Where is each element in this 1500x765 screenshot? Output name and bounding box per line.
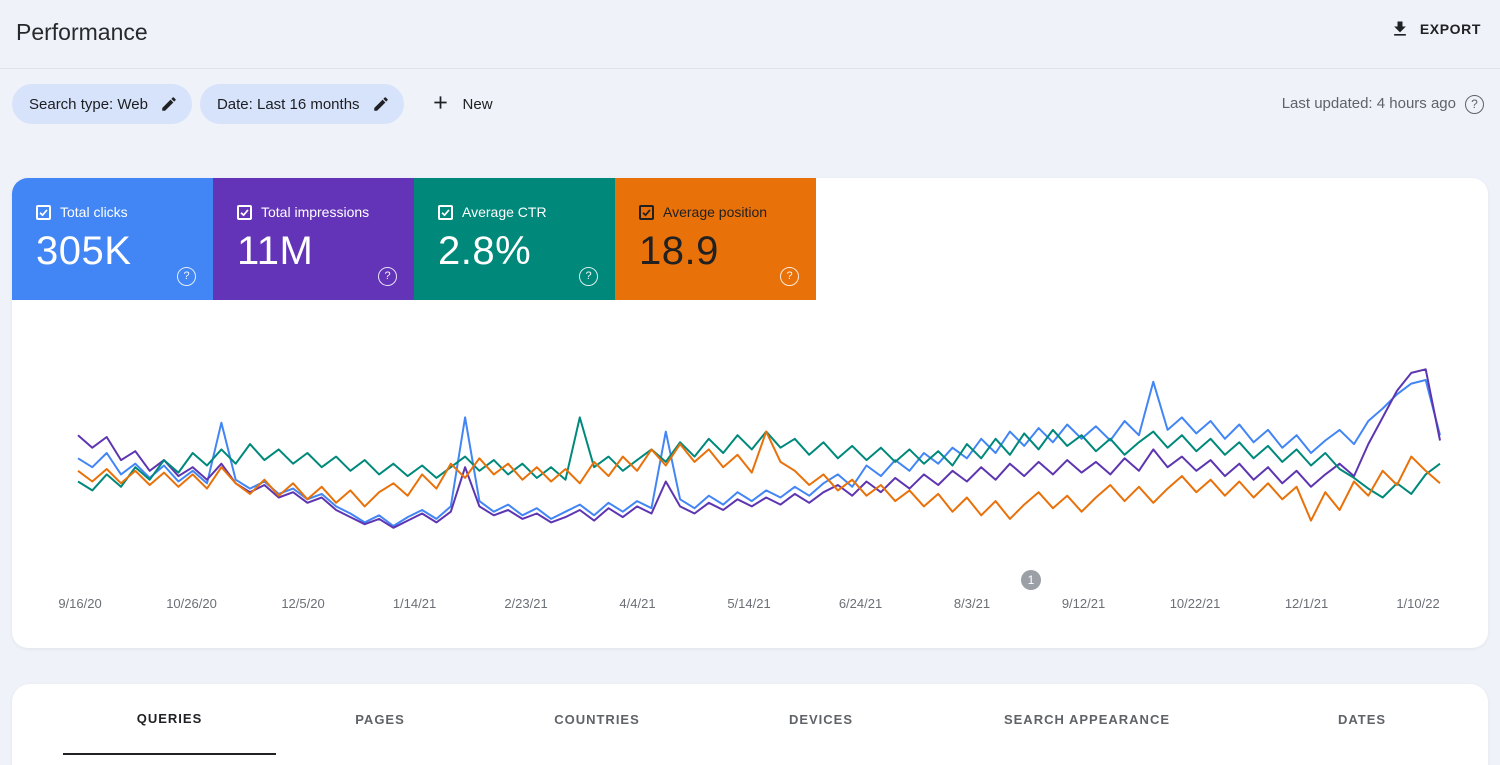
tab-countries[interactable]: COUNTRIES (484, 684, 710, 755)
metric-card-label: Total impressions (261, 204, 370, 220)
x-axis-label: 10/26/20 (166, 596, 217, 611)
performance-chart-panel: Total clicks 305K Total impressions 11M … (12, 178, 1488, 648)
x-axis-label: 4/4/21 (619, 596, 656, 611)
help-icon[interactable] (1465, 95, 1484, 114)
export-button[interactable]: EXPORT (1390, 19, 1481, 39)
metric-card-label: Average position (663, 204, 768, 220)
app-header: Performance EXPORT (0, 0, 1500, 69)
metric-card-average-position[interactable]: Average position 18.9 (615, 178, 816, 300)
search-type-chip-label: Search type: Web (29, 95, 148, 113)
x-axis-label: 9/16/20 (58, 596, 102, 611)
performance-chart (77, 368, 1441, 529)
dimensions-panel: QUERIES PAGES COUNTRIES DEVICES SEARCH A… (12, 684, 1488, 765)
x-axis-label: 6/24/21 (838, 596, 883, 611)
search-type-chip[interactable]: Search type: Web (12, 84, 192, 124)
metric-card-total-impressions[interactable]: Total impressions 11M (213, 178, 414, 300)
download-icon (1390, 19, 1410, 39)
x-axis-label: 12/1/21 (1284, 596, 1329, 611)
x-axis-label: 5/14/21 (727, 596, 771, 611)
x-axis-label: 1/10/22 (1396, 596, 1440, 611)
new-filter-label: New (462, 95, 493, 113)
edit-pencil-icon[interactable] (160, 95, 178, 113)
page-title: Performance (16, 19, 148, 45)
plus-icon (430, 92, 451, 117)
export-label: EXPORT (1419, 21, 1481, 37)
chart-annotation-badge[interactable]: 1 (1021, 570, 1041, 590)
x-axis-label: 2/23/21 (504, 596, 548, 611)
series-impressions (77, 368, 1441, 529)
x-axis-label: 8/3/21 (953, 596, 991, 611)
help-icon[interactable] (780, 267, 799, 286)
metric-card-average-ctr[interactable]: Average CTR 2.8% (414, 178, 615, 300)
checkbox-checked-icon[interactable] (237, 204, 252, 220)
x-axis-label: 1/14/21 (392, 596, 437, 611)
x-axis-label: 9/12/21 (1061, 596, 1106, 611)
edit-pencil-icon[interactable] (372, 95, 390, 113)
metric-card-label: Average CTR (462, 204, 547, 220)
checkbox-checked-icon[interactable] (438, 204, 453, 220)
x-axis-label: 10/22/21 (1169, 596, 1221, 611)
x-axis-label: 12/5/20 (281, 596, 325, 611)
date-filter-chip[interactable]: Date: Last 16 months (199, 84, 404, 124)
tab-dates[interactable]: DATES (1242, 684, 1482, 755)
metric-cards-row: Total clicks 305K Total impressions 11M … (12, 178, 816, 300)
tab-pages[interactable]: PAGES (276, 684, 484, 755)
tab-search-appearance[interactable]: SEARCH APPEARANCE (932, 684, 1242, 755)
metric-card-label: Total clicks (60, 204, 128, 220)
checkbox-checked-icon[interactable] (36, 204, 51, 220)
filter-bar: Search type: Web Date: Last 16 months Ne… (12, 84, 505, 124)
tab-devices[interactable]: DEVICES (710, 684, 932, 755)
new-filter-button[interactable]: New (418, 84, 505, 124)
metric-card-total-clicks[interactable]: Total clicks 305K (12, 178, 213, 300)
help-icon[interactable] (579, 267, 598, 286)
dimension-tabs: QUERIES PAGES COUNTRIES DEVICES SEARCH A… (12, 684, 1488, 755)
last-updated-text: Last updated: 4 hours ago (1281, 95, 1456, 112)
checkbox-checked-icon[interactable] (639, 204, 654, 220)
x-axis: 9/16/20 10/26/20 12/5/20 1/14/21 2/23/21 4/4/… (30, 596, 1470, 614)
date-filter-chip-label: Date: Last 16 months (216, 95, 360, 113)
help-icon[interactable] (177, 267, 196, 286)
tab-queries[interactable]: QUERIES (63, 684, 276, 755)
help-icon[interactable] (378, 267, 397, 286)
